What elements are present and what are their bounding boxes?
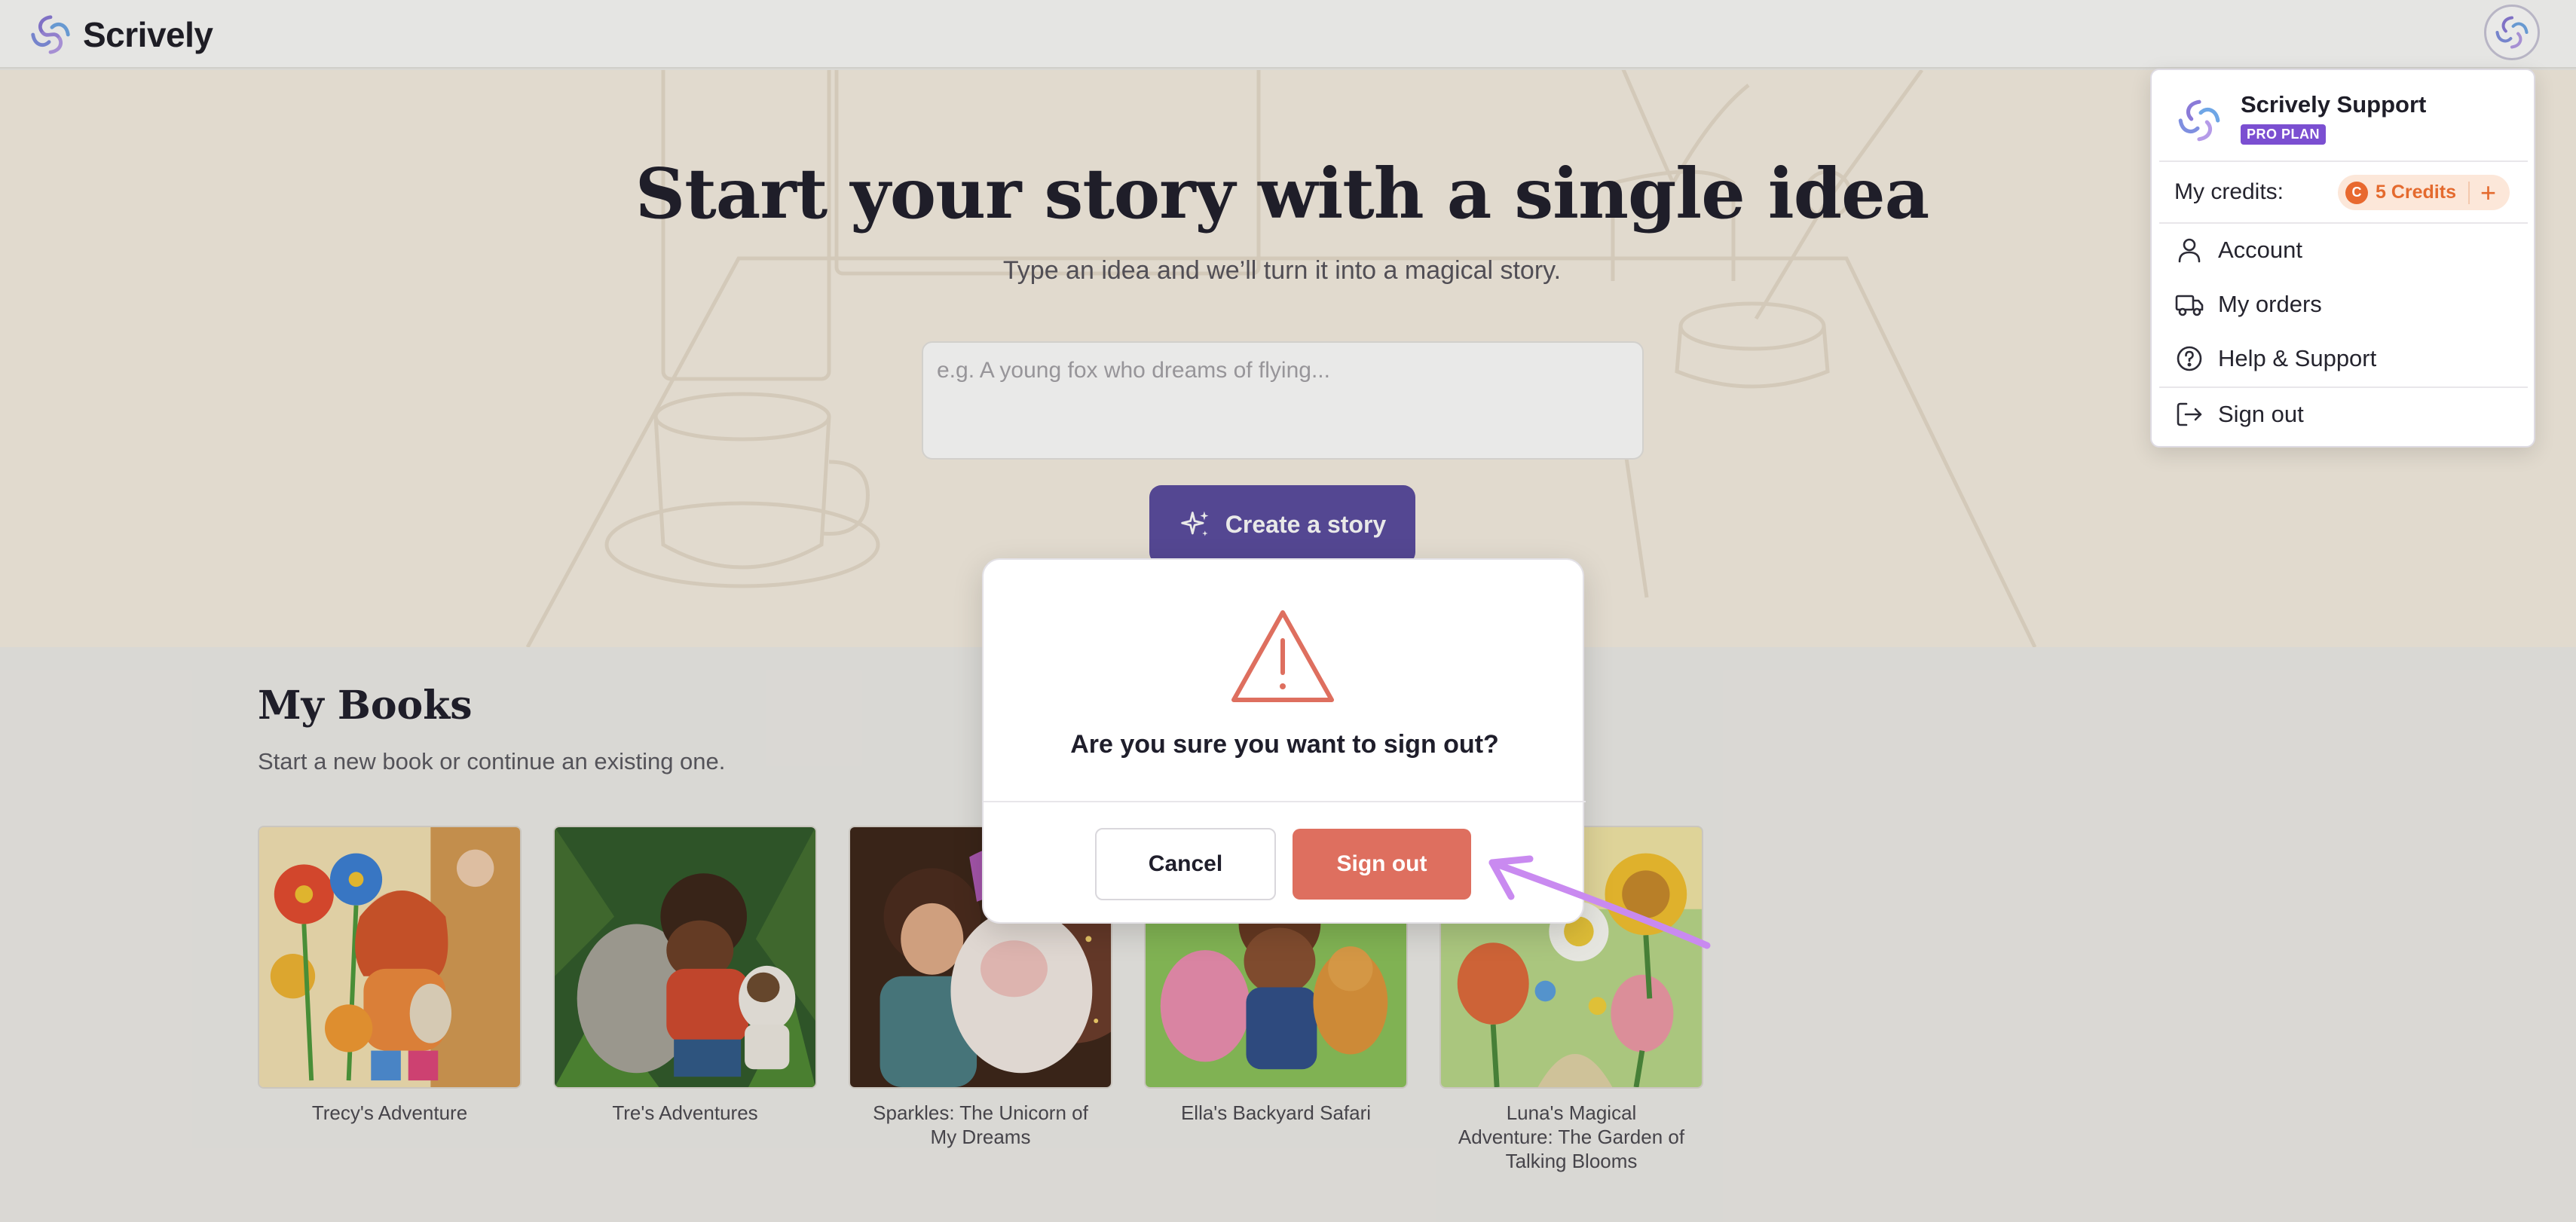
add-credits-button[interactable]: + [2480, 179, 2496, 206]
menu-item-label: Account [2218, 237, 2303, 263]
plan-badge: PRO PLAN [2241, 124, 2327, 145]
menu-divider [2159, 386, 2528, 388]
menu-divider [2159, 160, 2528, 162]
menu-item-label: My orders [2218, 291, 2322, 317]
menu-item-help[interactable]: Help & Support [2159, 334, 2528, 383]
cancel-button[interactable]: Cancel [1095, 828, 1276, 900]
menu-item-account[interactable]: Account [2159, 225, 2528, 275]
user-avatar-icon [2178, 99, 2220, 142]
user-icon [2178, 238, 2201, 263]
menu-item-orders[interactable]: My orders [2159, 280, 2528, 329]
credits-separator [2467, 181, 2470, 204]
menu-item-sign-out[interactable]: Sign out [2159, 390, 2528, 439]
help-circle-icon [2177, 346, 2202, 371]
warning-triangle-icon [1231, 610, 1334, 702]
credit-coin-icon: C [2345, 181, 2368, 204]
annotation-arrow-icon [1488, 855, 1711, 949]
confirm-sign-out-button[interactable]: Sign out [1293, 829, 1471, 900]
credits-label: My credits: [2174, 179, 2284, 204]
dialog-question: Are you sure you want to sign out? [1070, 730, 1499, 759]
menu-user-header: Scrively Support PRO PLAN [2174, 91, 2426, 145]
credits-value: 5 Credits [2376, 182, 2456, 203]
sign-out-icon [2177, 402, 2202, 426]
menu-item-label: Sign out [2218, 401, 2304, 427]
menu-item-label: Help & Support [2218, 345, 2377, 371]
user-menu-dropdown: Scrively Support PRO PLAN My credits: C … [2150, 69, 2535, 448]
menu-divider [2159, 222, 2528, 224]
menu-user-name: Scrively Support [2241, 91, 2427, 118]
credits-pill[interactable]: C 5 Credits + [2338, 175, 2510, 210]
dialog-divider [984, 801, 1586, 802]
truck-icon [2175, 295, 2204, 316]
